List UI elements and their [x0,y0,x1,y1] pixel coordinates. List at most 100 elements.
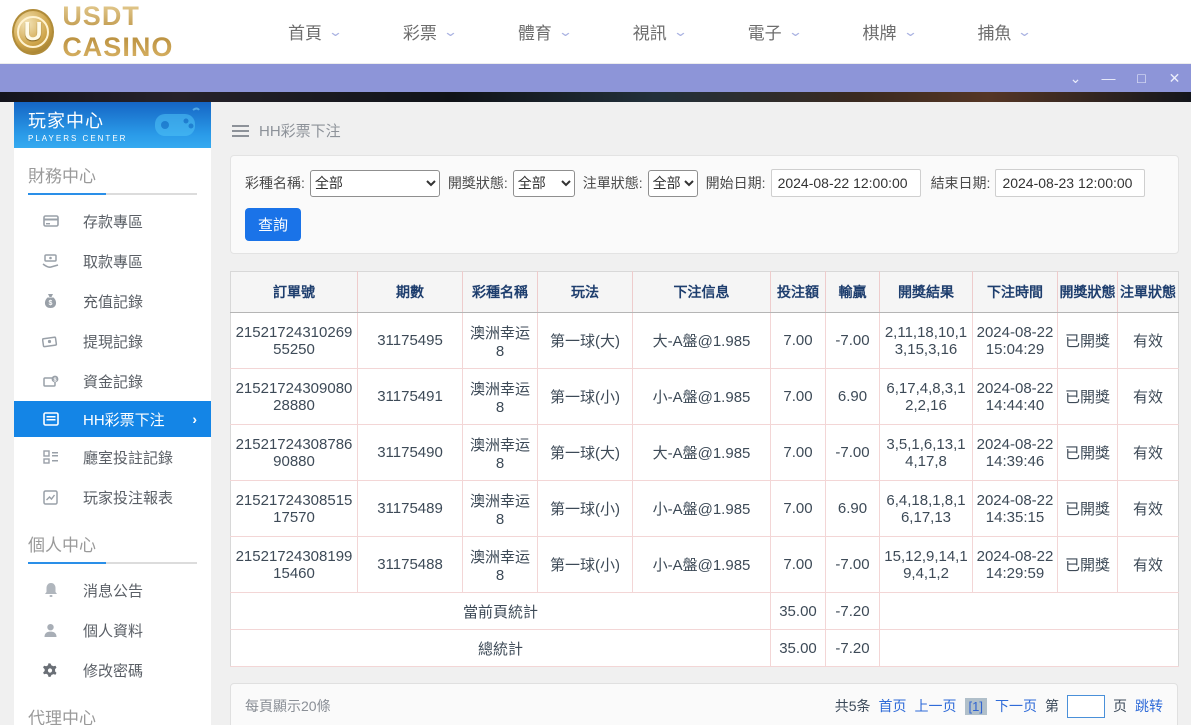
table-cell: 小-A盤@1.985 [633,537,771,593]
sidebar-item-withdraw[interactable]: 取款專區 [14,241,211,281]
sidebar-item-label: 修改密碼 [83,660,143,681]
sidebar-item-profile[interactable]: 個人資料 [14,610,211,650]
start-date-input[interactable] [771,169,921,197]
jump-button[interactable]: 跳转 [1135,696,1163,716]
breadcrumb-label: HH彩票下注 [259,120,341,141]
nav-item-video[interactable]: 視訊 ⌄ [633,19,686,44]
table-cell: 3,5,1,6,13,14,17,8 [880,425,973,481]
decorative-strip [0,92,1191,102]
table-cell: 2024-08-22 14:29:59 [973,537,1058,593]
chevron-down-icon: ⌄ [443,24,458,40]
order-status-select[interactable]: 全部 [648,170,698,197]
table-row: 215217243081991546031175488澳洲幸运8第一球(小)小-… [231,537,1179,593]
menu-toggle-icon[interactable] [232,122,249,140]
table-cell: 2152172431026955250 [231,313,358,369]
logo[interactable]: U USDT CASINO [12,1,242,63]
table-cell: 已開獎 [1058,425,1118,481]
column-header: 期數 [358,272,463,313]
table-cell: 有效 [1118,537,1179,593]
sidebar-item-hh-lottery-bets[interactable]: HH彩票下注 › [14,401,211,437]
bets-table: 訂單號期數彩種名稱玩法下注信息投注額輸贏開獎結果下注時間開獎狀態注單狀態 215… [230,271,1179,667]
maximize-icon[interactable]: □ [1125,70,1158,86]
sidebar-item-recharge-records[interactable]: $ 充值記錄 [14,281,211,321]
page-summary-winloss-total: -7.20 [826,593,880,630]
next-page-link[interactable]: 下一页 [995,696,1037,716]
sidebar-item-label: 消息公告 [83,580,143,601]
table-cell: 7.00 [771,369,826,425]
section-divider [28,193,197,195]
table-cell: 31175488 [358,537,463,593]
section-title-personal: 個人中心 [14,517,211,562]
column-header: 下注時間 [973,272,1058,313]
sidebar-item-withdrawal-records[interactable]: 提現記錄 [14,321,211,361]
close-icon[interactable]: ✕ [1158,70,1191,87]
chevron-right-icon: › [192,411,197,427]
sidebar-item-label: HH彩票下注 [83,409,165,430]
end-date-input[interactable] [995,169,1145,197]
table-cell: 第一球(小) [538,369,633,425]
page-summary-bet-total: 35.00 [771,593,826,630]
chevron-down-icon: ⌄ [558,24,573,40]
sidebar-item-deposit[interactable]: 存款專區 [14,201,211,241]
chevron-down-icon: ⌄ [673,24,688,40]
lottery-name-label: 彩種名稱: [245,173,305,193]
table-cell: -7.00 [826,537,880,593]
prev-page-link[interactable]: 上一页 [915,696,957,716]
page-jump-input[interactable] [1067,695,1105,718]
nav-item-home[interactable]: 首頁 ⌄ [288,19,341,44]
sidebar-item-change-password[interactable]: 修改密碼 [14,650,211,690]
table-cell: 有效 [1118,481,1179,537]
search-button[interactable]: 查詢 [245,208,301,241]
sidebar-item-room-bet-records[interactable]: 廳室投註記錄 [14,437,211,477]
column-header: 投注額 [771,272,826,313]
gamepad-icon [149,106,201,140]
draw-status-select[interactable]: 全部 [513,170,575,197]
sidebar-item-announcements[interactable]: 消息公告 [14,570,211,610]
lottery-name-select[interactable]: 全部 [310,170,440,197]
nav-label: 首頁 [288,19,322,44]
nav-menu: 首頁 ⌄ 彩票 ⌄ 體育 ⌄ 視訊 ⌄ 電子 ⌄ 棋牌 ⌄ 捕魚 ⌄ [288,19,1092,44]
column-header: 輸贏 [826,272,880,313]
nav-item-boardgames[interactable]: 棋牌 ⌄ [863,19,916,44]
nav-item-fishing[interactable]: 捕魚 ⌄ [977,19,1030,44]
table-cell: 2152172430819915460 [231,537,358,593]
table-cell: 2024-08-22 14:44:40 [973,369,1058,425]
current-page-indicator[interactable]: [1] [965,698,987,715]
section-divider [28,562,197,564]
column-header: 玩法 [538,272,633,313]
table-cell: 已開獎 [1058,481,1118,537]
table-cell: 澳洲幸运8 [463,537,538,593]
sidebar-item-label: 充值記錄 [83,291,143,312]
room-records-icon [42,449,59,466]
report-chart-icon [42,489,59,506]
table-cell: 2,11,18,10,13,15,3,16 [880,313,973,369]
table-cell: 6.90 [826,481,880,537]
bell-icon [42,582,59,599]
table-cell: 有效 [1118,313,1179,369]
table-cell: 6.90 [826,369,880,425]
table-row: 215217243090802888031175491澳洲幸运8第一球(小)小-… [231,369,1179,425]
sidebar-item-funds-records[interactable]: $ 資金記錄 [14,361,211,401]
table-cell: 6,4,18,1,8,16,17,13 [880,481,973,537]
nav-item-lottery[interactable]: 彩票 ⌄ [403,19,456,44]
table-cell: 2024-08-22 14:39:46 [973,425,1058,481]
filter-panel: 彩種名稱: 全部 開獎狀態: 全部 注單狀態: 全部 開始日期: 結束日期: 查… [230,155,1179,254]
cash-icon [42,333,59,350]
minimize-icon[interactable]: — [1092,70,1125,86]
table-cell: 大-A盤@1.985 [633,313,771,369]
first-page-link[interactable]: 首页 [879,696,907,716]
table-cell: 澳洲幸运8 [463,481,538,537]
grand-summary-row: 總統計 35.00 -7.20 [231,630,1179,667]
column-header: 訂單號 [231,272,358,313]
collapse-icon[interactable]: ⌄ [1059,70,1092,87]
nav-item-sports[interactable]: 體育 ⌄ [518,19,571,44]
table-cell: 31175490 [358,425,463,481]
table-cell: 2152172430851517570 [231,481,358,537]
breadcrumb: HH彩票下注 [230,102,1179,155]
table-cell: 小-A盤@1.985 [633,481,771,537]
table-cell: 有效 [1118,369,1179,425]
sidebar-item-player-bet-report[interactable]: 玩家投注報表 [14,477,211,517]
table-cell: 2024-08-22 14:35:15 [973,481,1058,537]
column-header: 注單狀態 [1118,272,1179,313]
nav-item-electronic[interactable]: 電子 ⌄ [748,19,801,44]
